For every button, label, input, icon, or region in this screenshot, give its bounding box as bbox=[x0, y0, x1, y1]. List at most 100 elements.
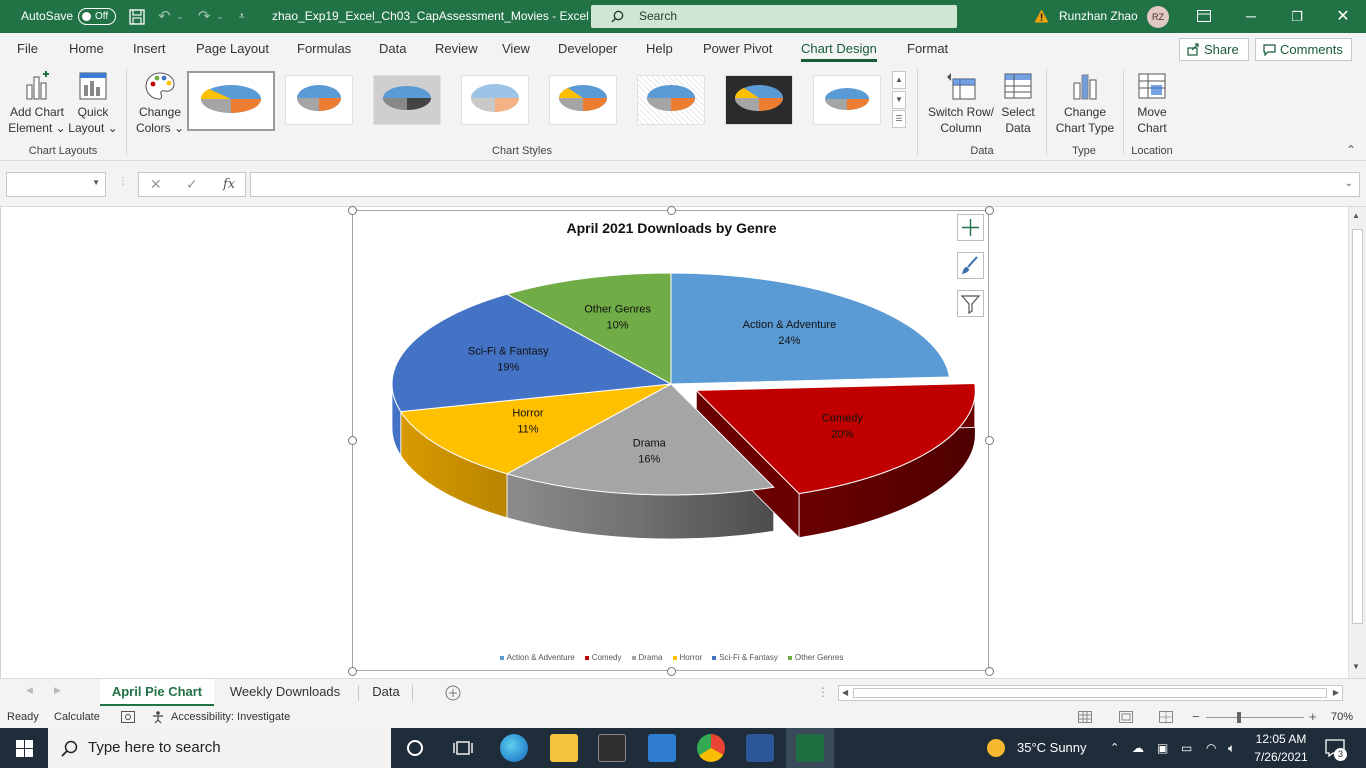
resize-handle[interactable] bbox=[348, 667, 357, 676]
tab-data[interactable]: Data bbox=[379, 33, 406, 63]
chart-area[interactable]: April 2021 Downloads by Genre Action & A… bbox=[352, 210, 989, 671]
restore-icon[interactable]: ❐ bbox=[1274, 0, 1320, 33]
move-chart-button[interactable]: Move Chart bbox=[1129, 71, 1175, 136]
data-label-category[interactable]: Action & Adventure bbox=[743, 319, 837, 331]
horizontal-scroll-thumb[interactable] bbox=[853, 688, 1327, 698]
normal-view-icon[interactable] bbox=[1078, 711, 1092, 723]
expand-formula-bar-icon[interactable]: ⌄ bbox=[1345, 178, 1353, 189]
wifi-icon[interactable]: ◠ bbox=[1206, 728, 1216, 768]
task-view-icon[interactable] bbox=[453, 739, 473, 757]
horizontal-scrollbar[interactable]: ◀ ▶ bbox=[838, 685, 1343, 701]
chart-elements-button[interactable] bbox=[957, 214, 984, 241]
ribbon-display-options-icon[interactable] bbox=[1197, 10, 1211, 22]
next-sheet-icon[interactable]: ▶ bbox=[54, 685, 61, 696]
chart-style-2[interactable] bbox=[285, 75, 353, 125]
legend-item-comedy[interactable]: Comedy bbox=[584, 653, 622, 662]
chart-legend[interactable]: Action & Adventure Comedy Drama Horror Sci-F… bbox=[353, 653, 990, 662]
data-label-category[interactable]: Other Genres bbox=[584, 304, 651, 316]
windows-start-icon[interactable] bbox=[16, 740, 33, 757]
chart-style-3[interactable] bbox=[373, 75, 441, 125]
chart-style-5[interactable] bbox=[549, 75, 617, 125]
page-break-view-icon[interactable] bbox=[1159, 711, 1173, 723]
chart-filters-button[interactable] bbox=[957, 290, 984, 317]
scroll-right-icon[interactable]: ▶ bbox=[1333, 688, 1339, 697]
tab-page-layout[interactable]: Page Layout bbox=[196, 33, 269, 63]
store-icon[interactable] bbox=[598, 734, 626, 762]
tab-chart-design[interactable]: Chart Design bbox=[801, 33, 877, 63]
tab-view[interactable]: View bbox=[502, 33, 530, 63]
search-box[interactable]: Search bbox=[591, 5, 957, 28]
scroll-up-icon[interactable]: ▲ bbox=[1352, 211, 1360, 220]
change-colors-button[interactable]: Change Colors ⌄ bbox=[132, 71, 188, 136]
data-label-value[interactable]: 24% bbox=[778, 335, 800, 347]
chrome-icon[interactable] bbox=[697, 734, 725, 762]
excel-taskbar-item[interactable] bbox=[786, 728, 834, 768]
status-calculate[interactable]: Calculate bbox=[54, 706, 100, 728]
name-box[interactable]: ▼ bbox=[6, 172, 106, 197]
mail-icon[interactable] bbox=[648, 734, 676, 762]
close-icon[interactable]: ✕ bbox=[1320, 0, 1366, 33]
data-label-value[interactable]: 19% bbox=[497, 362, 519, 374]
clock[interactable]: 12:05 AM 7/26/2021 bbox=[1246, 730, 1316, 766]
zoom-level[interactable]: 70% bbox=[1331, 706, 1353, 728]
resize-handle[interactable] bbox=[985, 667, 994, 676]
word-icon[interactable] bbox=[746, 734, 774, 762]
name-box-dropdown-icon[interactable]: ▼ bbox=[92, 178, 100, 187]
chart-styles-button[interactable] bbox=[957, 252, 984, 279]
resize-handle[interactable] bbox=[667, 667, 676, 676]
chart-style-6[interactable] bbox=[637, 75, 705, 125]
gallery-scroll-down-icon[interactable]: ▼ bbox=[892, 91, 906, 109]
zoom-slider-thumb[interactable] bbox=[1237, 712, 1241, 723]
tab-help[interactable]: Help bbox=[646, 33, 673, 63]
chart-style-7[interactable] bbox=[725, 75, 793, 125]
tab-home[interactable]: Home bbox=[69, 33, 104, 63]
legend-item-action-adventure[interactable]: Action & Adventure bbox=[499, 653, 575, 662]
tab-formulas[interactable]: Formulas bbox=[297, 33, 351, 63]
taskbar-search[interactable]: Type here to search bbox=[48, 728, 391, 768]
edge-icon[interactable] bbox=[500, 734, 528, 762]
prev-sheet-icon[interactable]: ◀ bbox=[26, 685, 33, 696]
data-label-category[interactable]: Drama bbox=[633, 437, 667, 449]
customize-qat-icon[interactable]: ⩡ bbox=[239, 0, 245, 33]
redo-icon[interactable]: ↷ bbox=[198, 0, 211, 33]
accessibility-icon[interactable] bbox=[152, 710, 166, 724]
data-label-category[interactable]: Sci-Fi & Fantasy bbox=[468, 346, 549, 358]
share-button[interactable]: Share bbox=[1179, 38, 1249, 61]
macro-recording-icon[interactable] bbox=[121, 711, 135, 723]
scroll-down-icon[interactable]: ▼ bbox=[1352, 662, 1360, 671]
undo-icon[interactable]: ↶ bbox=[158, 0, 171, 33]
switch-row-column-button[interactable]: Switch Row/ Column bbox=[922, 71, 1000, 136]
cancel-formula-icon[interactable]: ✕ bbox=[150, 176, 162, 193]
weather-text[interactable]: 35°C Sunny bbox=[1017, 728, 1087, 768]
undo-dropdown-icon[interactable]: ⌄ bbox=[176, 0, 184, 33]
tab-review[interactable]: Review bbox=[435, 33, 478, 63]
minimize-icon[interactable]: ─ bbox=[1228, 0, 1274, 33]
weather-icon[interactable] bbox=[987, 739, 1005, 757]
redo-dropdown-icon[interactable]: ⌄ bbox=[216, 0, 224, 33]
legend-item-sci-fi-fantasy[interactable]: Sci-Fi & Fantasy bbox=[712, 653, 778, 662]
resize-handle[interactable] bbox=[348, 206, 357, 215]
tab-format[interactable]: Format bbox=[907, 33, 948, 63]
data-label-value[interactable]: 11% bbox=[517, 424, 538, 436]
page-layout-view-icon[interactable] bbox=[1119, 711, 1133, 723]
zoom-out-icon[interactable]: − bbox=[1192, 706, 1200, 728]
autosave-toggle[interactable]: Off bbox=[78, 8, 116, 25]
gallery-scroll-up-icon[interactable]: ▲ bbox=[892, 71, 906, 89]
sheet-tab-april-pie-chart[interactable]: April Pie Chart bbox=[100, 679, 214, 706]
legend-item-drama[interactable]: Drama bbox=[631, 653, 663, 662]
resize-handle[interactable] bbox=[348, 436, 357, 445]
battery-icon[interactable]: ▭ bbox=[1181, 728, 1192, 768]
enter-formula-icon[interactable]: ✓ bbox=[186, 176, 198, 193]
sheet-tab-data[interactable]: Data bbox=[362, 679, 410, 706]
sheet-tab-weekly-downloads[interactable]: Weekly Downloads bbox=[218, 679, 352, 706]
save-icon[interactable] bbox=[129, 9, 145, 25]
tab-developer[interactable]: Developer bbox=[558, 33, 617, 63]
insert-function-icon[interactable]: fx bbox=[223, 177, 235, 192]
show-hidden-icons-icon[interactable]: ⌃ bbox=[1110, 728, 1119, 768]
tab-insert[interactable]: Insert bbox=[133, 33, 166, 63]
data-label-value[interactable]: 10% bbox=[607, 320, 629, 332]
resize-handle[interactable] bbox=[667, 206, 676, 215]
legend-item-horror[interactable]: Horror bbox=[672, 653, 702, 662]
user-name[interactable]: Runzhan Zhao bbox=[1059, 0, 1138, 33]
status-accessibility[interactable]: Accessibility: Investigate bbox=[171, 706, 290, 728]
